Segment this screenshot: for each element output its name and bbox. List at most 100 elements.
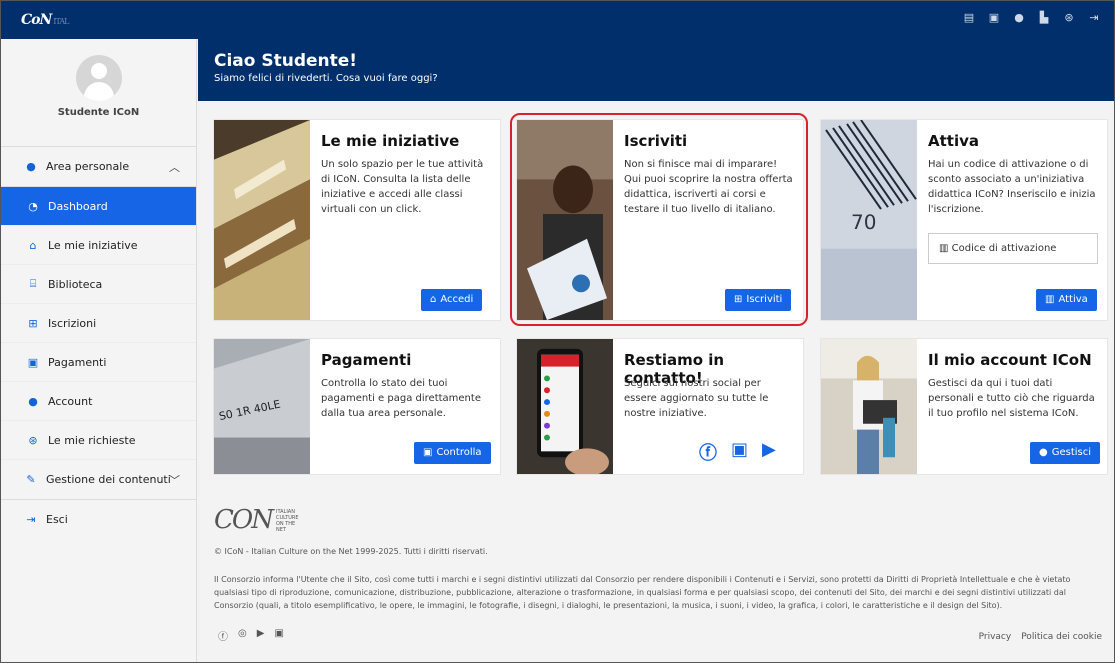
sidebar-item-le-mie-iniziative[interactable]: ⌂ Le mie iniziative: [1, 226, 196, 265]
logout-icon[interactable]: ⇥: [1088, 12, 1100, 24]
controlla-button[interactable]: ▣ Controlla: [414, 442, 491, 464]
money-icon: ▣: [423, 447, 433, 458]
sidebar-item-label: Pagamenti: [48, 355, 107, 369]
sidebar-item-label: Biblioteca: [48, 277, 103, 291]
chevron-up-icon: ︿: [169, 161, 180, 174]
sidebar-item-le-mie-richieste[interactable]: ⊛ Le mie richieste: [1, 421, 196, 460]
footer-logo: CON ITALIAN CULTURE ON THE NET: [214, 505, 304, 535]
welcome-banner: Ciao Studente! Siamo felici di rivederti…: [198, 39, 1114, 101]
woman-laptop-image: [821, 339, 917, 474]
facebook-icon[interactable]: ⓕ: [218, 628, 228, 643]
button-label: Attiva: [1058, 294, 1088, 305]
user-cog-icon: ●: [1039, 447, 1048, 458]
pencil-icon: ✎: [26, 473, 36, 486]
icon-logo[interactable]: CoN ITAL: [21, 12, 69, 28]
card-description: Gestisci da qui i tuoi dati personali e …: [928, 378, 1095, 419]
sidebar-item-biblioteca[interactable]: ⌸ Biblioteca: [1, 265, 196, 304]
highlight-outline: [510, 113, 808, 326]
linkedin-icon[interactable]: ▣: [731, 439, 748, 465]
activation-code-input[interactable]: ▥ Codice di attivazione: [928, 233, 1098, 264]
app-window: CoN ITAL ▤ ▣ ● ▙ ⊛ ⇥ Studente ICoN ● Area…: [0, 0, 1115, 663]
sidebar-item-dashboard[interactable]: ◔ Dashboard: [1, 187, 196, 226]
profile-block: Studente ICoN: [1, 55, 196, 147]
card-pagamenti: S0 1R 40LE Pagamenti Controlla lo stato …: [213, 338, 501, 475]
copyright: © ICoN - Italian Culture on the Net 1999…: [214, 547, 488, 556]
card-description: Hai un codice di attivazione o di sconto…: [928, 159, 1096, 215]
newspaper-icon[interactable]: ▤: [963, 12, 975, 24]
sidebar-item-label: Esci: [46, 513, 68, 526]
youtube-icon[interactable]: ▶: [257, 628, 265, 643]
accedi-button[interactable]: ⌂ Accedi: [421, 289, 483, 311]
dashboard-icon: ◔: [28, 199, 38, 213]
footer-links: Privacy Politica dei cookie: [979, 632, 1102, 642]
welcome-subtitle: Siamo felici di rivederti. Cosa vuoi far…: [214, 73, 438, 84]
gestisci-button[interactable]: ● Gestisci: [1030, 442, 1101, 464]
button-label: Accedi: [440, 294, 474, 305]
card-description: Un solo spazio per le tue attività di IC…: [321, 159, 484, 215]
sidebar-item-label: Le mie richieste: [48, 433, 136, 447]
graduation-cap-icon: ⌂: [29, 238, 37, 252]
chevron-down-icon: ﹀: [169, 474, 180, 487]
footer-social-links: ⓕ ◎ ▶ ▣: [218, 628, 284, 643]
youtube-icon[interactable]: ▶: [762, 439, 776, 465]
legal-notice: Il Consorzio informa l'Utente che il Sit…: [214, 575, 1071, 610]
lifering-icon: ⊛: [28, 433, 38, 447]
input-placeholder: Codice di attivazione: [951, 243, 1057, 254]
books-image: [214, 120, 310, 320]
avatar: [75, 55, 122, 101]
main-content: Ciao Studente! Siamo felici di rivederti…: [198, 39, 1114, 662]
attiva-button[interactable]: ▥ Attiva: [1036, 289, 1097, 311]
button-label: Gestisci: [1051, 447, 1092, 458]
user-icon[interactable]: ●: [1013, 12, 1025, 24]
sidebar-item-label: Account: [48, 394, 93, 408]
button-label: Controlla: [436, 447, 482, 458]
top-navbar: CoN ITAL ▤ ▣ ● ▙ ⊛ ⇥: [1, 1, 1114, 39]
logout-icon: ⇥: [26, 513, 36, 526]
credit-card-image: S0 1R 40LE: [214, 339, 310, 474]
barcode-icon: ▥: [939, 243, 952, 254]
sidebar-item-iscrizioni[interactable]: ⊞ Iscrizioni: [1, 304, 196, 343]
card-il-mio-account: Il mio account ICoN Gestisci da qui i tu…: [820, 338, 1108, 475]
logo-sub: ITAL: [53, 17, 69, 26]
footer-logo-tag: ITALIAN CULTURE ON THE NET: [275, 509, 299, 533]
user-cog-icon: ●: [28, 394, 38, 408]
sidebar-nav: ● Area personale ︿ ◔ Dashboard ⌂ Le mie …: [1, 147, 196, 539]
card-title: Le mie iniziative: [321, 132, 460, 150]
card-title: Attiva: [928, 132, 979, 150]
svg-text:70: 70: [851, 211, 876, 234]
sidebar-item-pagamenti[interactable]: ▣ Pagamenti: [1, 343, 196, 382]
card-restiamo-in-contatto: Restiamo in contatto! Seguici sui nostri…: [516, 338, 804, 475]
welcome-title: Ciao Studente!: [214, 51, 358, 71]
card-title: Pagamenti: [321, 351, 412, 369]
privacy-link[interactable]: Privacy: [979, 632, 1012, 642]
help-icon[interactable]: ⊛: [1063, 12, 1075, 24]
sidebar-item-label: Dashboard: [48, 199, 108, 213]
card-description: Controlla lo stato dei tuoi pagamenti e …: [321, 378, 481, 419]
footer-logo-text: CON: [214, 505, 274, 535]
facebook-icon[interactable]: ⓕ: [699, 439, 717, 465]
sidebar-group-gestione-contenuti[interactable]: ✎ Gestione dei contenuti ﹀: [1, 460, 196, 500]
sidebar-group-area-personale[interactable]: ● Area personale ︿: [1, 147, 196, 187]
instagram-icon[interactable]: ◎: [238, 628, 247, 643]
sidebar-group-label: Gestione dei contenuti: [46, 473, 171, 486]
card-attiva: 70 Attiva Hai un codice di attivazione o…: [820, 119, 1108, 321]
library-icon: ⌸: [29, 277, 37, 290]
cart-icon: ⊞: [28, 316, 38, 330]
graduation-cap-icon: ⌂: [430, 294, 437, 305]
barcode-image: 70: [821, 120, 917, 320]
sidebar-item-esci[interactable]: ⇥ Esci: [1, 500, 196, 539]
smartphone-image: [517, 339, 613, 474]
card-title: Il mio account ICoN: [928, 351, 1092, 369]
id-card-icon[interactable]: ▣: [988, 12, 1000, 24]
logo-text: CoN: [21, 12, 52, 28]
cookie-policy-link[interactable]: Politica dei cookie: [1021, 632, 1102, 642]
barcode-icon: ▥: [1045, 294, 1055, 305]
linkedin-icon[interactable]: ▣: [274, 628, 283, 643]
user-icon: ●: [26, 160, 36, 173]
sidebar: Studente ICoN ● Area personale ︿ ◔ Dashb…: [1, 39, 197, 662]
top-icon-bar: ▤ ▣ ● ▙ ⊛ ⇥: [963, 12, 1100, 24]
building-icon[interactable]: ▙: [1038, 12, 1050, 24]
sidebar-item-account[interactable]: ● Account: [1, 382, 196, 421]
social-links: ⓕ ▣ ▶: [699, 439, 776, 465]
profile-name: Studente ICoN: [57, 107, 140, 118]
